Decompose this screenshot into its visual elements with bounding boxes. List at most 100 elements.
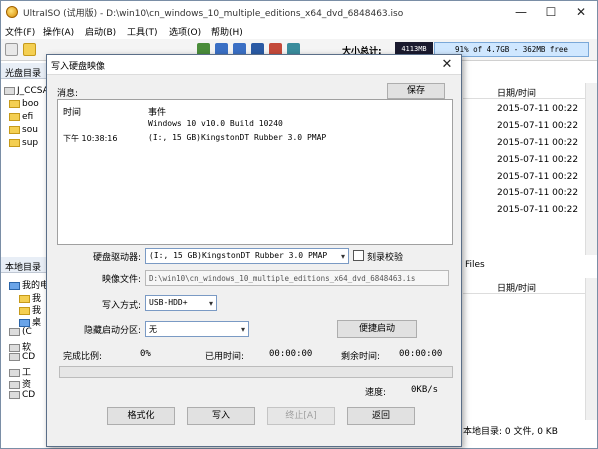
log-time: 下午 10:38:16 (63, 134, 118, 143)
message-label: 消息: (57, 89, 79, 99)
tree-item-label: sou (22, 125, 38, 135)
folder-icon (19, 306, 30, 315)
save-button[interactable]: 保存 (387, 83, 445, 99)
menu-file[interactable]: 文件(F) (5, 25, 35, 38)
files-tab[interactable]: Files (465, 260, 485, 270)
log-event: Windows 10 v10.0 Build 10240 (148, 119, 283, 128)
drive-select-value: (I:, 15 GB)KingstonDT Rubber 3.0 PMAP (149, 251, 328, 260)
file-date: 2015-07-11 00:22 (497, 104, 579, 114)
tree-item[interactable]: 资 (9, 377, 31, 390)
hide-partition-label: 隐藏启动分区: (83, 326, 141, 336)
cd-drive-icon (9, 352, 20, 361)
tree-item[interactable]: CD (9, 390, 35, 400)
desktop-icon (19, 318, 30, 327)
write-mode-value: USB-HDD+ (149, 298, 188, 307)
tree-item-label: sup (22, 138, 39, 148)
date-column-label: 日期/时间 (497, 89, 537, 99)
menu-bootable[interactable]: 启动(B) (85, 25, 116, 38)
progress-label: 完成比例: (63, 352, 103, 362)
speed-value: 0KB/s (411, 385, 439, 395)
cd-root-label: J_CCSA (17, 86, 49, 96)
local-directory-title: 本地目录 (5, 263, 42, 273)
vertical-scrollbar[interactable] (585, 83, 597, 255)
local-directory-header: 本地目录 (1, 257, 47, 273)
date-column-header[interactable]: 日期/时间 (463, 83, 597, 99)
date-column-label: 日期/时间 (497, 284, 537, 294)
tree-item[interactable]: sup (9, 138, 38, 148)
write-button[interactable]: 写入 (187, 407, 255, 425)
drive-select[interactable]: (I:, 15 GB)KingstonDT Rubber 3.0 PMAP ▾ (145, 248, 349, 264)
date-column-header[interactable]: 日期/时间 (463, 278, 597, 294)
menu-help[interactable]: 帮助(H) (211, 25, 243, 38)
dialog-close-button[interactable]: ✕ (435, 56, 459, 74)
hide-partition-select[interactable]: 无 ▾ (145, 321, 249, 337)
tree-item[interactable]: CD (9, 352, 35, 362)
menu-bar: 文件(F) 操作(A) 启动(B) 工具(T) 选项(O) 帮助(H) (1, 23, 597, 39)
tree-item[interactable]: sou (9, 125, 38, 135)
chevron-down-icon: ▾ (340, 252, 345, 261)
log-time-header: 时间 (63, 108, 82, 118)
tree-root[interactable]: J_CCSA (4, 86, 49, 96)
folder-icon (9, 99, 20, 108)
image-file-value: D:\win10\cn_windows_10_multiple_editions… (149, 274, 416, 283)
tree-item[interactable]: boo (9, 99, 39, 109)
progress-value: 0% (140, 349, 151, 359)
message-log[interactable]: 时间 事件 Windows 10 v10.0 Build 10240 下午 10… (57, 99, 453, 245)
vertical-scrollbar[interactable] (585, 278, 597, 420)
minimize-button[interactable]: — (507, 3, 535, 21)
tree-item-label: 我的电 (22, 281, 50, 291)
tree-item-label: CD (22, 390, 36, 400)
verify-label: 刻录校验 (367, 253, 404, 263)
verify-checkbox[interactable] (353, 250, 364, 261)
folder-icon (9, 125, 20, 134)
drive-icon (9, 368, 20, 377)
log-event: (I:, 15 GB)KingstonDT Rubber 3.0 PMAP (148, 133, 327, 142)
remaining-value: 00:00:00 (399, 349, 443, 359)
log-event-header: 事件 (148, 108, 167, 118)
close-button[interactable]: ✕ (567, 3, 595, 21)
tree-item-label: 桌 (32, 318, 42, 328)
open-folder-icon[interactable] (23, 43, 36, 56)
tree-item-label: CD (22, 352, 36, 362)
local-status: 本地目录: 0 文件, 0 KB (463, 427, 558, 437)
write-disk-image-dialog: 写入硬盘映像 ✕ 消息: 保存 时间 事件 Windows 10 v10.0 B… (46, 54, 462, 447)
tree-item[interactable]: (C (9, 327, 32, 337)
tree-item-label: (C (22, 327, 32, 337)
menu-options[interactable]: 选项(O) (169, 25, 201, 38)
tree-item[interactable]: 我的电 (9, 278, 49, 291)
ultraiso-disc-icon (6, 6, 18, 18)
folder-icon (9, 138, 20, 147)
back-button[interactable]: 返回 (347, 407, 415, 425)
write-mode-select[interactable]: USB-HDD+ ▾ (145, 295, 217, 311)
file-date: 2015-07-11 00:22 (497, 155, 579, 165)
menu-actions[interactable]: 操作(A) (43, 25, 74, 38)
maximize-button[interactable]: ☐ (537, 3, 565, 21)
drive-icon (9, 327, 20, 336)
hide-partition-value: 无 (149, 325, 157, 334)
stop-button[interactable]: 终止[A] (267, 407, 335, 425)
file-date: 2015-07-11 00:22 (497, 121, 579, 131)
cd-drive-icon (4, 86, 15, 95)
chevron-down-icon: ▾ (208, 299, 213, 308)
tree-item-label: 资 (22, 380, 32, 390)
dialog-title: 写入硬盘映像 (51, 62, 106, 72)
drive-icon (9, 380, 20, 389)
cd-directory-header: 光盘目录 (1, 63, 47, 79)
new-file-icon[interactable] (5, 43, 18, 56)
convenient-boot-button[interactable]: 便捷启动 (337, 320, 417, 338)
computer-icon (9, 281, 20, 290)
elapsed-label: 已用时间: (205, 352, 245, 362)
folder-icon (9, 112, 20, 121)
chevron-down-icon: ▾ (240, 325, 245, 334)
tree-item[interactable]: efi (9, 112, 33, 122)
file-date: 2015-07-11 00:22 (497, 205, 579, 215)
format-button[interactable]: 格式化 (107, 407, 175, 425)
tree-item-label: boo (22, 99, 39, 109)
menu-tools[interactable]: 工具(T) (127, 25, 158, 38)
window-title: UltraISO (试用版) - D:\win10\cn_windows_10_… (23, 9, 404, 19)
title-bar: UltraISO (试用版) - D:\win10\cn_windows_10_… (1, 1, 597, 23)
write-progress-bar (59, 366, 453, 378)
file-date: 2015-07-11 00:22 (497, 172, 579, 182)
image-file-field[interactable]: D:\win10\cn_windows_10_multiple_editions… (145, 270, 449, 286)
write-mode-label: 写入方式: (101, 301, 141, 311)
